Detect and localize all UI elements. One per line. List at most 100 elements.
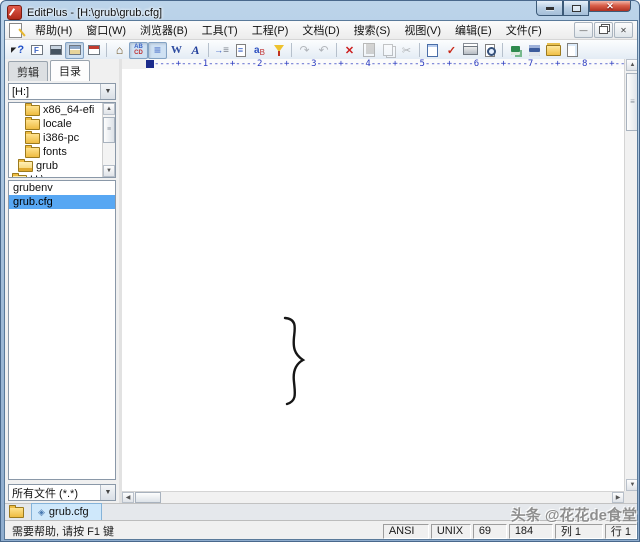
set-font-button[interactable] [186, 42, 205, 59]
directory-tree: x86_64-efi locale i386-pc fonts [8, 102, 116, 178]
tree-item-label: locale [43, 118, 72, 130]
cliptext-button[interactable] [423, 42, 442, 59]
minimize-button[interactable] [536, 1, 563, 16]
window-title: EditPlus - [H:\grub\grub.cfg] [27, 7, 162, 19]
maximize-icon [572, 5, 581, 12]
editplus-logo-icon [7, 5, 22, 20]
status-help-text: 需要帮助, 请按 F1 键 [7, 523, 381, 539]
paste-button[interactable] [359, 42, 378, 59]
tree-item-label: fonts [43, 146, 67, 158]
mdi-restore-button[interactable] [594, 22, 613, 38]
menu-item[interactable]: 视图(V) [397, 21, 448, 39]
file-filter-select[interactable]: 所有文件 (*.*) ▼ [8, 484, 116, 501]
window-layout-4-button[interactable] [27, 42, 46, 59]
folder-button[interactable] [5, 505, 31, 520]
status-cell: 69 [473, 524, 507, 539]
sidebar-tab[interactable]: 目录 [50, 60, 90, 81]
file-list-item[interactable]: grub.cfg [9, 195, 115, 209]
title-bar[interactable]: EditPlus - [H:\grub\grub.cfg] ✕ [1, 1, 639, 22]
tree-scrollbar[interactable]: ▲ ▼ [102, 103, 115, 177]
sidebar-tab[interactable]: 剪辑 [8, 61, 48, 81]
scroll-up-icon[interactable]: ▲ [103, 103, 115, 115]
drive-select[interactable]: [H:] ▼ [8, 83, 116, 100]
scroll-down-icon[interactable]: ▼ [626, 479, 638, 491]
save-button[interactable] [525, 42, 544, 59]
toolbar-separator [333, 42, 340, 59]
tree-item[interactable]: x86_64-efi [9, 103, 115, 117]
line-number-toggle[interactable] [148, 42, 167, 59]
vertical-scrollbar[interactable]: ▲ ▼ [624, 59, 638, 491]
column-ruler: ----+----1----+----2----+----3----+----4… [122, 59, 638, 69]
folder-icon [25, 119, 40, 130]
tree-item-label: grub [36, 160, 58, 172]
toolbar-separator [499, 42, 506, 59]
menu-item[interactable]: 编辑(E) [448, 21, 499, 39]
code-editor[interactable]: 37 36 set fallback='1' 35 set timeout='1… [122, 69, 624, 491]
copy-button[interactable] [378, 42, 397, 59]
tree-item[interactable]: fonts [9, 145, 115, 159]
tree-item[interactable]: grub [9, 159, 115, 173]
scroll-left-icon[interactable]: ◀ [122, 492, 134, 503]
context-help-button[interactable] [8, 42, 27, 59]
scroll-up-icon[interactable]: ▲ [626, 59, 638, 71]
window-layout-2-button[interactable] [65, 42, 84, 59]
document-tab-label: grub.cfg [49, 506, 89, 518]
file-list-item[interactable]: grubenv [9, 181, 115, 195]
window-layout-3-button[interactable] [46, 42, 65, 59]
menu-item[interactable]: 窗口(W) [79, 21, 133, 39]
scrollbar-thumb[interactable] [103, 117, 115, 143]
close-button[interactable]: ✕ [589, 1, 631, 12]
delete-button[interactable] [340, 42, 359, 59]
chevron-down-icon[interactable]: ▼ [100, 84, 115, 99]
scrollbar-thumb[interactable] [626, 73, 638, 131]
save-all-button[interactable] [506, 42, 525, 59]
document-tab[interactable]: ◈ grub.cfg [31, 503, 102, 520]
chevron-down-icon[interactable]: ▼ [100, 485, 115, 500]
new-document-button[interactable] [563, 42, 582, 59]
find-in-files-button[interactable] [231, 42, 250, 59]
scrollbar-thumb[interactable] [135, 492, 161, 503]
folder-icon [25, 133, 40, 144]
menu-item[interactable]: 工程(P) [245, 21, 296, 39]
horizontal-scrollbar[interactable]: ◀ ▶ [122, 491, 624, 503]
menu-item[interactable]: 浏览器(B) [133, 21, 195, 39]
toolbar-separator [205, 42, 212, 59]
menu-item[interactable]: 搜索(S) [347, 21, 398, 39]
tree-item[interactable]: H:\ [9, 173, 115, 178]
menu-bar: 帮助(H)窗口(W)浏览器(B)工具(T)工程(P)文档(D)搜索(S)视图(V… [5, 21, 637, 40]
menu-item[interactable]: 文件(F) [499, 21, 549, 39]
open-file-button[interactable] [544, 42, 563, 59]
replace-button[interactable] [250, 42, 269, 59]
cut-button[interactable] [397, 42, 416, 59]
menu-item[interactable]: 帮助(H) [28, 21, 79, 39]
directory-sidebar: 剪辑目录 [H:] ▼ x86_64-efi [5, 59, 119, 503]
editplus-window: EditPlus - [H:\grub\grub.cfg] ✕ 帮助(H)窗口(… [0, 0, 640, 542]
undo-button[interactable] [314, 42, 333, 59]
scroll-right-icon[interactable]: ▶ [612, 492, 624, 503]
maximize-button[interactable] [563, 1, 589, 16]
word-wrap-toggle[interactable] [167, 42, 186, 59]
tree-item-label: i386-pc [43, 132, 79, 144]
folder-icon [9, 507, 24, 518]
scroll-down-icon[interactable]: ▼ [103, 165, 115, 177]
print-preview-button[interactable] [480, 42, 499, 59]
ruler-scale: ----+----1----+----2----+----3----+----4… [154, 59, 631, 69]
redo-button[interactable] [295, 42, 314, 59]
tree-item-label: H:\ [30, 174, 44, 178]
browser-home-button[interactable] [110, 42, 129, 59]
menu-item[interactable]: 文档(D) [295, 21, 346, 39]
auto-completion-toggle[interactable] [129, 42, 148, 59]
tree-item[interactable]: i386-pc [9, 131, 115, 145]
goto-line-button[interactable] [212, 42, 231, 59]
tree-item[interactable]: locale [9, 117, 115, 131]
find-button[interactable] [269, 42, 288, 59]
print-button[interactable] [461, 42, 480, 59]
menu-item[interactable]: 工具(T) [195, 21, 245, 39]
file-list: grubenvgrub.cfg [8, 180, 116, 480]
mdi-close-button[interactable]: ✕ [614, 22, 633, 38]
spell-check-button[interactable] [442, 42, 461, 59]
mdi-minimize-button[interactable]: — [574, 22, 593, 38]
window-layout-1-button[interactable] [84, 42, 103, 59]
handwritten-brace-annotation [280, 315, 310, 407]
drive-select-value: [H:] [9, 86, 100, 98]
